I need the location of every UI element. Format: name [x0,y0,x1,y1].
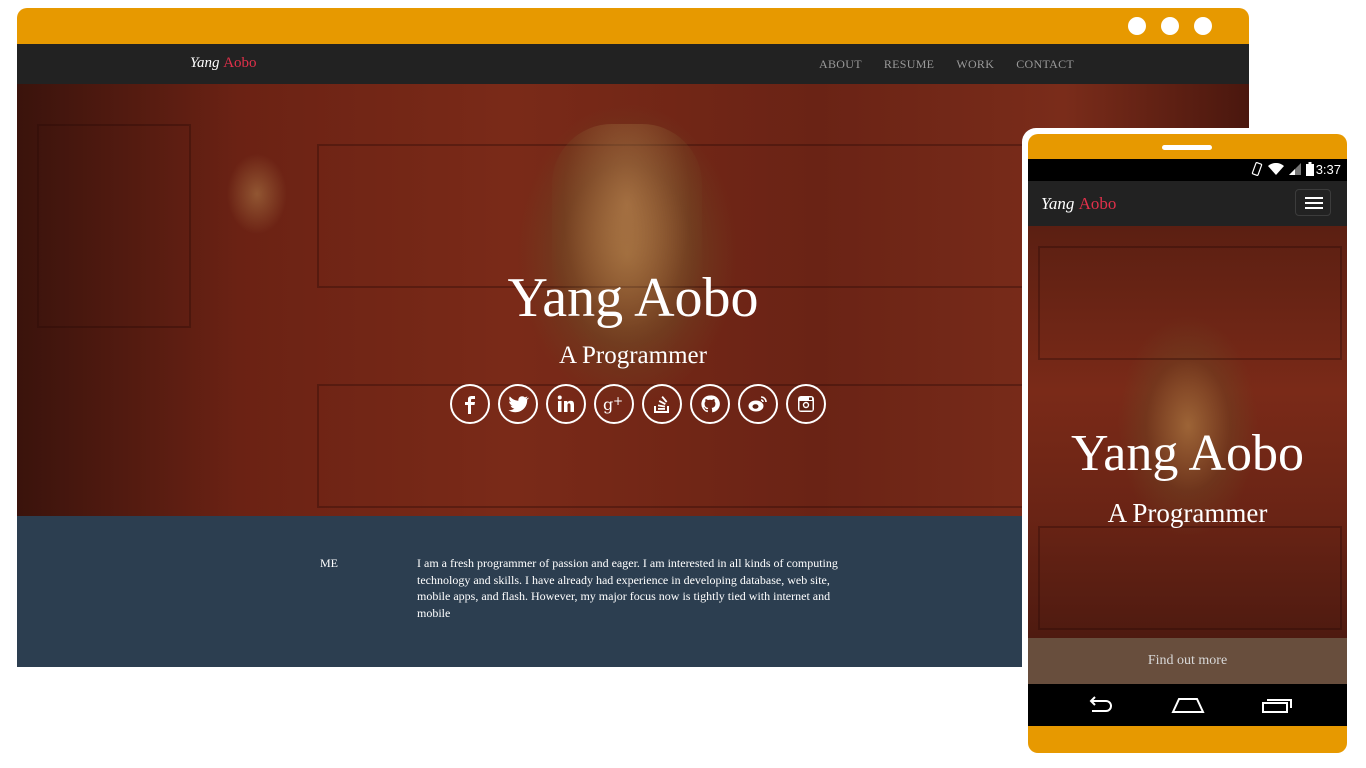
wifi-icon [1268,163,1284,175]
window-dot [1128,17,1146,35]
nav-links: ABOUT RESUME WORK CONTACT [819,57,1074,72]
svg-text:+: + [613,394,623,408]
site-navbar: Yang Aobo ABOUT RESUME WORK CONTACT [17,44,1249,84]
browser-titlebar [17,8,1249,44]
facebook-icon[interactable] [450,384,490,424]
status-icons [1251,162,1314,176]
mobile-brand-logo[interactable]: Yang Aobo [1041,194,1116,214]
back-icon[interactable] [1084,695,1114,715]
nav-resume[interactable]: RESUME [884,57,934,72]
window-dot [1161,17,1179,35]
google-plus-icon[interactable]: g + [594,384,634,424]
door-panel [1038,526,1342,630]
mobile-hero-subtitle: A Programmer [1107,498,1268,528]
svg-text:g: g [603,395,613,414]
hamburger-icon-bar [1305,202,1323,204]
about-label: ME [320,556,338,570]
vibrate-icon [1251,162,1263,176]
status-bar: 3:37 [1028,159,1347,181]
weibo-icon[interactable] [738,384,778,424]
brand-first-name: Yang [1041,194,1075,213]
stackoverflow-icon[interactable] [642,384,682,424]
phone-speaker [1162,145,1212,150]
social-links: g + [450,384,826,424]
battery-icon [1306,162,1314,176]
hamburger-icon-bar [1305,207,1323,209]
about-text: I am a fresh programmer of passion and e… [417,556,838,620]
twitter-icon[interactable] [498,384,538,424]
brand-last-name: Aobo [1078,194,1117,213]
door-panel [1038,246,1342,360]
instagram-icon[interactable] [786,384,826,424]
brand-last-name: Aobo [223,55,257,71]
brand-logo[interactable]: Yang Aobo [190,55,257,72]
window-dot [1194,17,1212,35]
status-clock: 3:37 [1315,162,1341,177]
recent-apps-icon[interactable] [1261,695,1293,715]
mobile-phone-mockup: 3:37 Yang Aobo Yang Aobo A Programmer Fi… [1028,134,1347,753]
mobile-navbar: Yang Aobo [1028,181,1347,226]
nav-contact[interactable]: CONTACT [1016,57,1074,72]
nav-work[interactable]: WORK [956,57,994,72]
hamburger-icon-bar [1305,197,1323,199]
find-out-more-button[interactable]: Find out more [1028,638,1347,684]
android-nav-bar [1028,684,1347,726]
signal-icon [1289,163,1301,175]
mobile-hero-title: Yang Aobo [1070,425,1305,482]
home-icon[interactable] [1171,695,1205,715]
mobile-hero-section: Yang Aobo A Programmer [1028,226,1347,638]
brand-first-name: Yang [190,55,220,71]
linkedin-icon[interactable] [546,384,586,424]
hamburger-menu-button[interactable] [1295,189,1331,216]
github-icon[interactable] [690,384,730,424]
nav-about[interactable]: ABOUT [819,57,862,72]
